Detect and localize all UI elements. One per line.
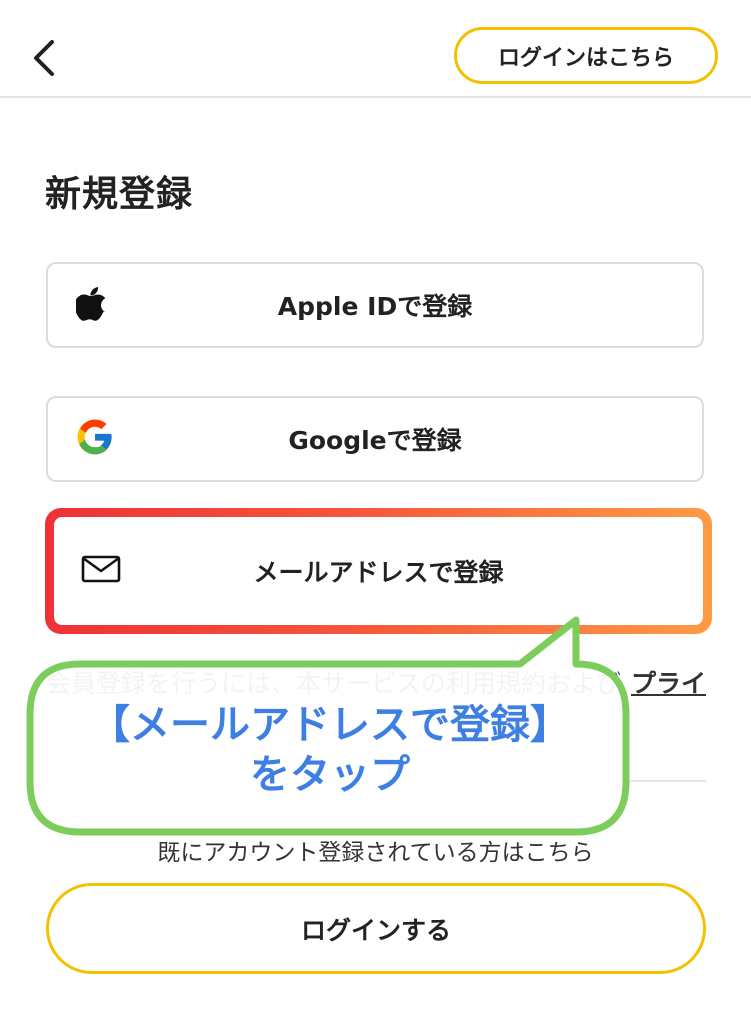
login-link-button[interactable]: ログインはこちら [454, 27, 718, 84]
back-button[interactable] [28, 34, 64, 82]
terms-text: 会員登録を行うには、本サービスの利用規約および プライ [46, 664, 706, 704]
callout-line-1: 【メールアドレスで登録】 [90, 702, 570, 748]
callout-text: 【メールアドレスで登録】 をタップ [30, 700, 630, 800]
already-registered-text: 既にアカウント登録されている方はこちら [157, 840, 594, 866]
apple-signup-label: Apple IDで登録 [277, 292, 473, 321]
login-button[interactable]: ログインする [46, 883, 706, 974]
apple-signup-button[interactable]: Apple IDで登録 [46, 262, 704, 348]
highlight-frame: メールアドレスで登録 [45, 508, 712, 634]
header-divider [0, 96, 751, 98]
google-signup-button[interactable]: Googleで登録 [46, 396, 704, 482]
email-signup-button[interactable]: メールアドレスで登録 [54, 517, 703, 625]
chevron-left-icon [34, 40, 54, 76]
page-title: 新規登録 [45, 174, 194, 215]
terms-body: 会員登録を行うには、本サービスの利用規約および [46, 669, 622, 698]
google-signup-label: Googleで登録 [288, 426, 462, 455]
callout-line-2: をタップ [250, 752, 410, 798]
privacy-policy-link[interactable]: プライ [631, 664, 706, 704]
email-signup-label: メールアドレスで登録 [253, 558, 504, 587]
